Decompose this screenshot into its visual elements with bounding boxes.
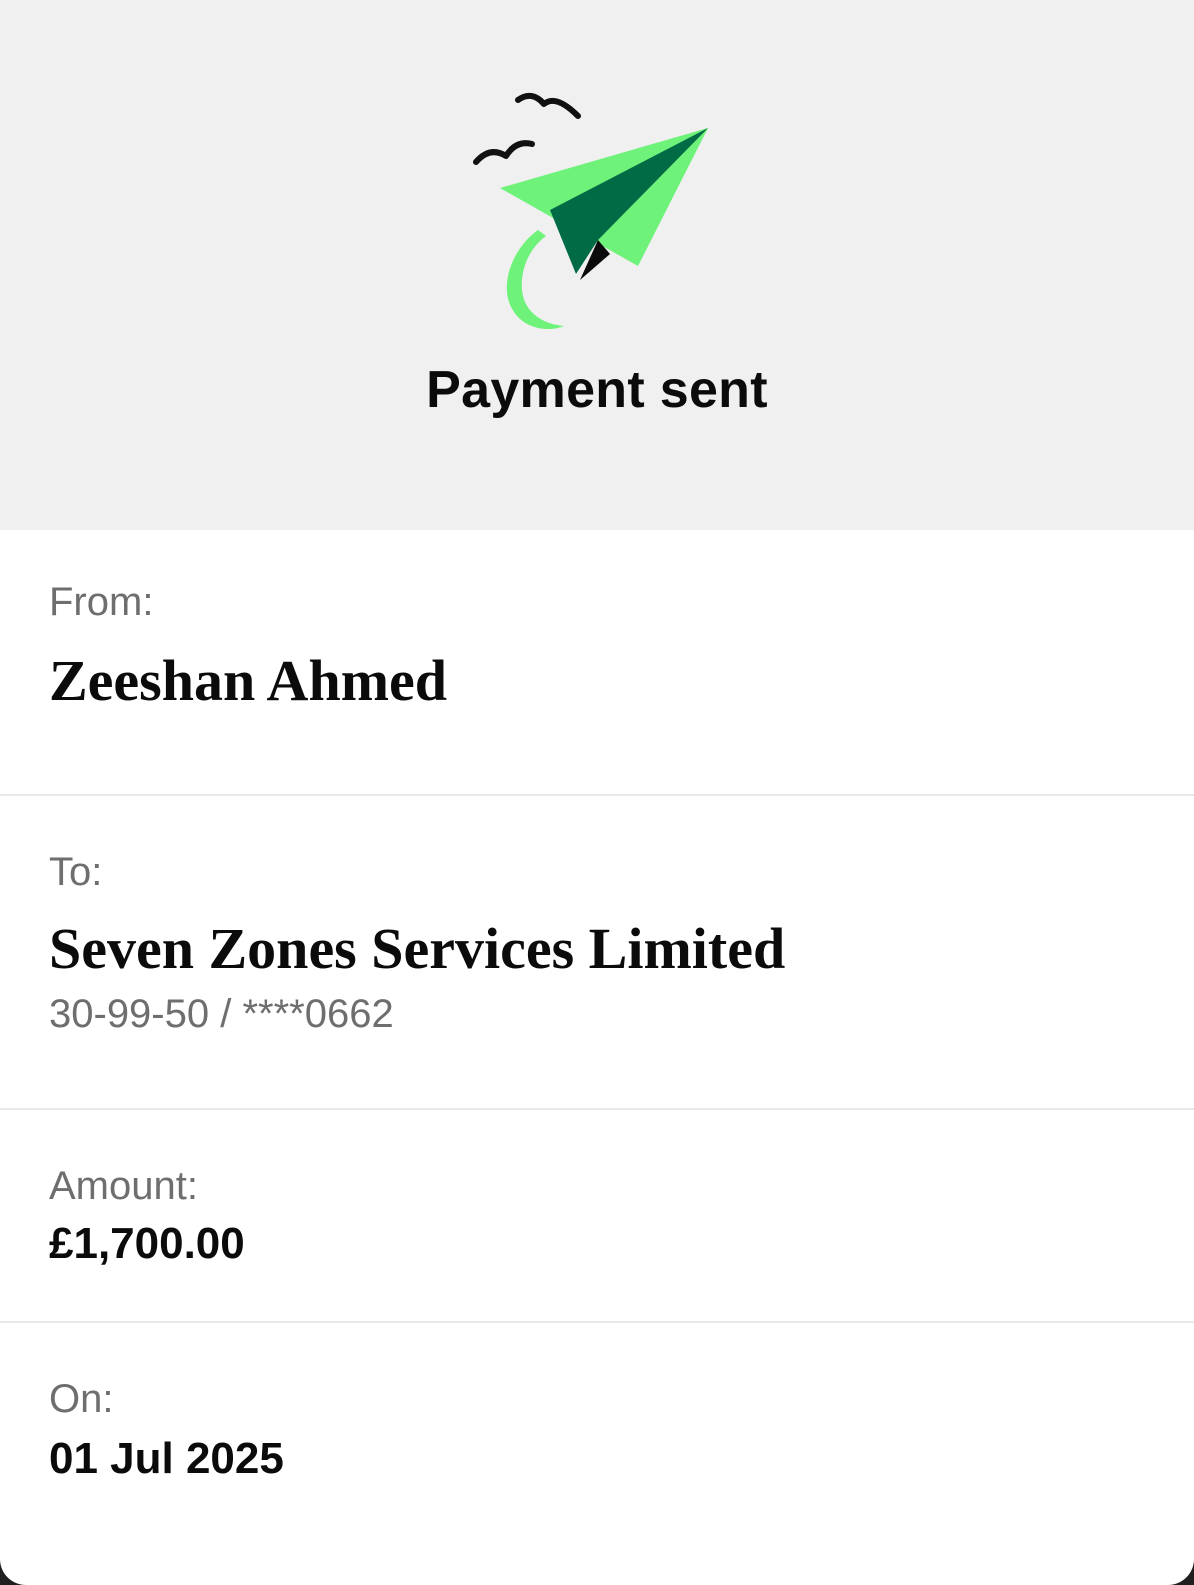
date-value: 01 Jul 2025: [49, 1434, 284, 1483]
date-label: On:: [49, 1377, 114, 1421]
header-banner: Payment sent: [0, 0, 1194, 530]
amount-section: Amount: £1,700.00: [0, 1110, 1194, 1323]
from-section: From: Zeeshan Ahmed: [0, 530, 1194, 796]
paper-plane-with-birds-icon: [473, 92, 708, 330]
to-section: To: Seven Zones Services Limited 30-99-5…: [0, 796, 1194, 1110]
payment-confirmation-screen: Payment sent From: Zeeshan Ahmed To: Sev…: [0, 0, 1194, 1585]
amount-value: £1,700.00: [49, 1219, 245, 1268]
from-name: Zeeshan Ahmed: [49, 648, 448, 713]
from-label: From:: [49, 580, 154, 624]
amount-label: Amount:: [49, 1164, 198, 1208]
to-account-details: 30-99-50 / ****0662: [49, 992, 394, 1036]
to-name: Seven Zones Services Limited: [49, 916, 786, 981]
page-title: Payment sent: [426, 361, 768, 419]
date-section: On: 01 Jul 2025: [0, 1323, 1194, 1585]
to-label: To:: [49, 850, 103, 894]
